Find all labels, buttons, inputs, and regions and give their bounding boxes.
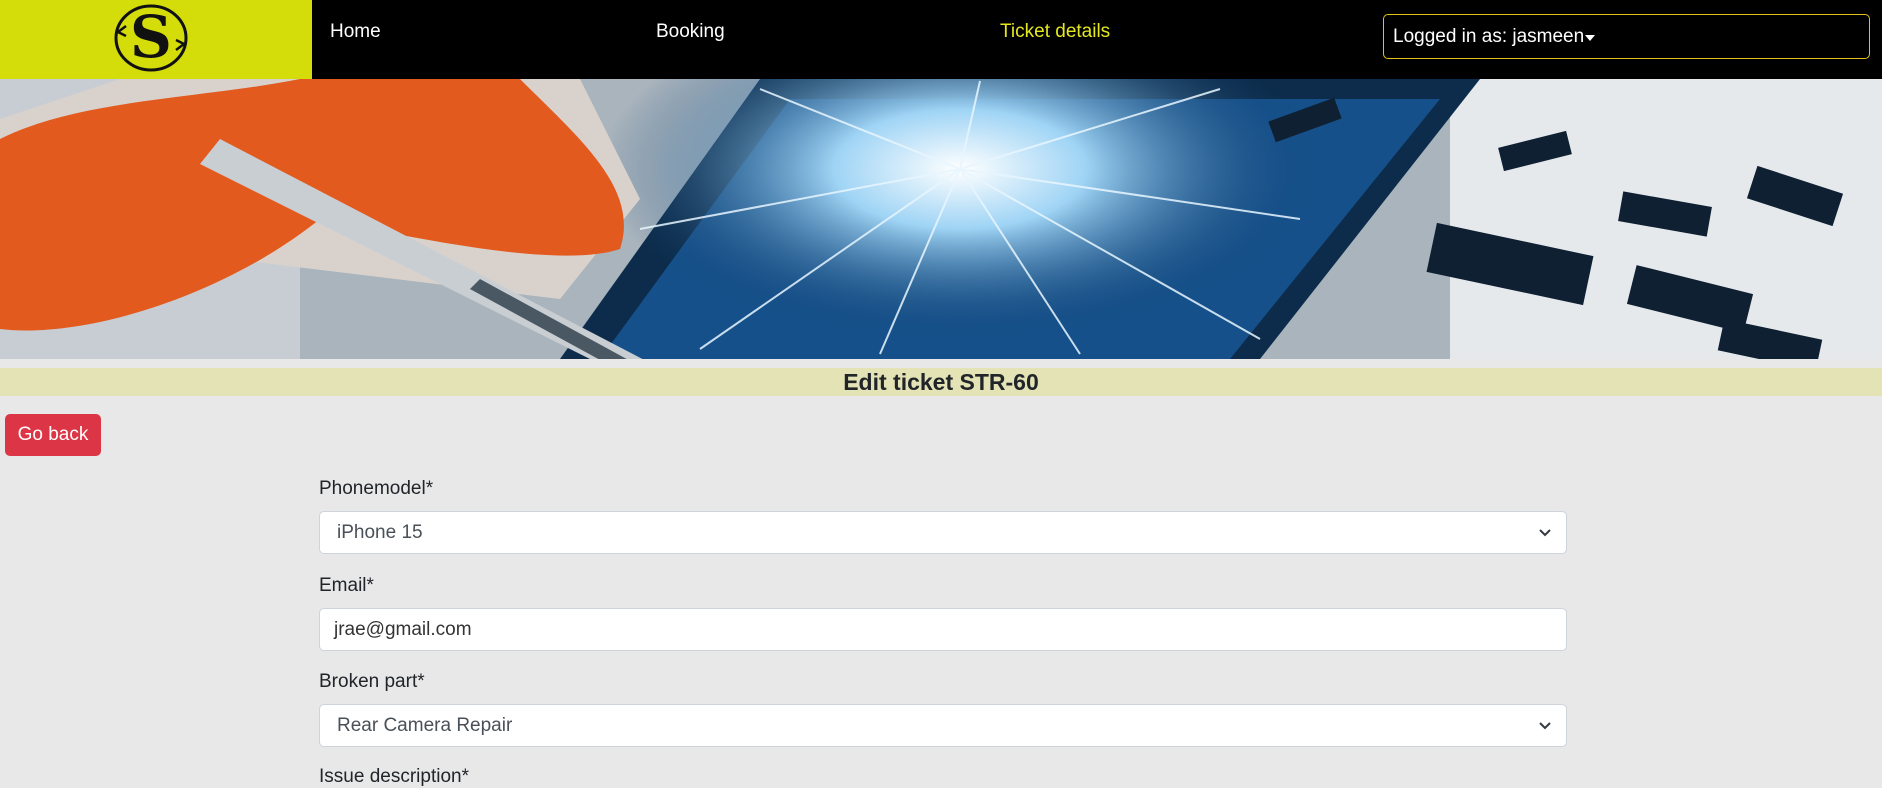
user-menu-dropdown[interactable]: Logged in as: jasmeen <box>1383 14 1870 59</box>
hero-banner-image <box>0 79 1882 359</box>
user-menu-label: Logged in as: jasmeen <box>1393 26 1585 47</box>
nav-booking-link[interactable]: Booking <box>656 21 725 43</box>
nav-ticket-details-link[interactable]: Ticket details <box>1000 21 1110 43</box>
page-title-bar: Edit ticket STR-60 <box>0 368 1882 396</box>
broken-part-select[interactable]: Rear Camera Repair <box>319 704 1567 747</box>
chevron-down-icon <box>1539 722 1551 730</box>
go-back-button[interactable]: Go back <box>5 414 101 456</box>
page-title: Edit ticket STR-60 <box>843 369 1039 395</box>
brand-logo[interactable]: S <box>0 0 312 79</box>
email-field[interactable]: jrae@gmail.com <box>319 608 1567 651</box>
top-navbar: S Home Booking Ticket details Logged in … <box>0 0 1882 79</box>
svg-text:S: S <box>130 3 172 71</box>
phonemodel-selected-value: iPhone 15 <box>337 522 423 543</box>
chevron-down-icon <box>1539 529 1551 537</box>
phonemodel-label: Phonemodel* <box>319 478 434 499</box>
broken-phone-illustration <box>0 79 1882 359</box>
nav-home-link[interactable]: Home <box>330 21 381 43</box>
broken-part-label: Broken part* <box>319 671 425 692</box>
phonemodel-select[interactable]: iPhone 15 <box>319 511 1567 554</box>
broken-part-selected-value: Rear Camera Repair <box>337 715 513 736</box>
email-label: Email* <box>319 575 374 596</box>
issue-description-label: Issue description* <box>319 766 469 787</box>
caret-down-icon <box>1585 35 1595 41</box>
logo-s-icon: S <box>114 3 188 72</box>
email-value: jrae@gmail.com <box>334 619 472 640</box>
